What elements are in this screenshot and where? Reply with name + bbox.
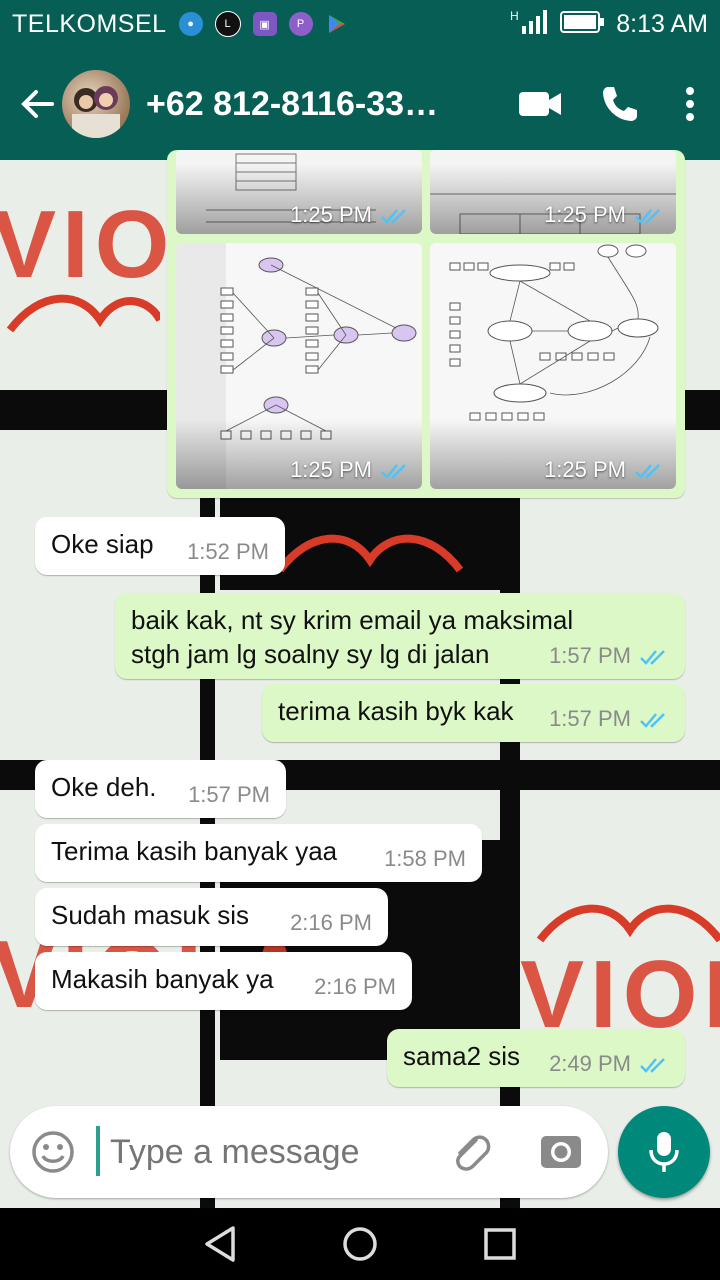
carrier-name: TELKOMSEL (12, 9, 167, 38)
line-today-icon: L (214, 11, 241, 37)
read-receipt-icon (635, 209, 660, 225)
picsart-icon: P (288, 12, 313, 36)
read-receipt-icon (640, 1058, 665, 1074)
contact-name[interactable]: +62 812-8116-33… (146, 85, 446, 124)
message-time: 1:58 PM (384, 846, 466, 871)
message-time: 1:57 PM (549, 706, 669, 732)
read-receipt-icon (640, 650, 665, 666)
smiley-icon (32, 1131, 74, 1173)
outgoing-message[interactable]: terima kasih byk kak 1:57 PM (262, 684, 685, 742)
system-nav-bar (0, 1208, 720, 1280)
message-time: 1:25 PM (290, 202, 410, 228)
read-receipt-icon (640, 713, 665, 729)
outgoing-message[interactable]: sama2 sis 2:49 PM (387, 1029, 685, 1087)
circle-home-icon (343, 1227, 377, 1261)
message-input[interactable] (108, 1132, 442, 1173)
camera-icon (541, 1136, 581, 1168)
read-receipt-icon (635, 464, 660, 480)
message-time: 2:16 PM (314, 974, 396, 999)
status-bar: TELKOMSEL ● L ▣ P H 8:13 AM (0, 0, 720, 48)
text-cursor (96, 1126, 100, 1176)
message-time: 1:57 PM (549, 643, 669, 669)
camera-button[interactable] (538, 1128, 584, 1179)
incoming-message[interactable]: Oke deh. 1:57 PM (35, 760, 286, 818)
message-composer (10, 1106, 608, 1198)
back-button[interactable] (10, 76, 66, 132)
message-time: 2:49 PM (549, 1051, 669, 1077)
arrow-left-icon (21, 90, 54, 118)
emoji-button[interactable] (30, 1129, 76, 1180)
triangle-back-icon (205, 1226, 235, 1262)
voice-call-button[interactable] (580, 64, 660, 144)
message-time: 1:52 PM (187, 539, 269, 564)
nav-home-button[interactable] (330, 1214, 390, 1274)
message-time: 1:25 PM (544, 202, 664, 228)
signal-icon: H (510, 8, 550, 41)
clock: 8:13 AM (616, 9, 708, 38)
message-time: 1:57 PM (188, 782, 270, 807)
microphone-icon (649, 1132, 679, 1172)
overflow-menu-button[interactable] (660, 64, 720, 144)
voice-record-button[interactable] (618, 1106, 710, 1198)
image-thumbnail[interactable]: 1:25 PM (430, 243, 676, 489)
incoming-message[interactable]: Terima kasih banyak yaa 1:58 PM (35, 824, 482, 882)
ornament-icon (536, 904, 720, 943)
paperclip-icon (456, 1135, 491, 1171)
image-message-group: 1:25 PM 1:25 PM 1:25 PM 1:25 PM (167, 150, 685, 498)
read-receipt-icon (381, 209, 406, 225)
chat-header: +62 812-8116-33… (0, 48, 720, 160)
incoming-message[interactable]: Sudah masuk sis 2:16 PM (35, 888, 388, 946)
incoming-message[interactable]: Oke siap 1:52 PM (35, 517, 285, 575)
phone-icon (603, 87, 637, 121)
read-receipt-icon (381, 464, 406, 480)
message-time: 2:16 PM (290, 910, 372, 935)
ornament-icon (276, 534, 464, 573)
avatar[interactable] (62, 70, 130, 138)
video-camera-icon (519, 92, 561, 116)
battery-icon (560, 10, 606, 39)
outgoing-message[interactable]: baik kak, nt sy krim email ya maksimal s… (115, 593, 685, 679)
message-text: baik kak, nt sy krim email ya maksimal s… (131, 605, 574, 669)
image-thumbnail[interactable]: 1:25 PM (176, 243, 422, 489)
more-vert-icon (686, 87, 694, 121)
gallery-icon: ▣ (252, 12, 277, 36)
square-recents-icon (484, 1228, 516, 1260)
image-thumbnail[interactable]: 1:25 PM (430, 150, 676, 234)
ornament-icon (6, 294, 160, 333)
image-thumbnail[interactable]: 1:25 PM (176, 150, 422, 234)
nav-back-button[interactable] (190, 1214, 250, 1274)
nav-recents-button[interactable] (470, 1214, 530, 1274)
network-type: H (510, 9, 519, 23)
play-store-icon (325, 12, 349, 36)
message-time: 1:25 PM (544, 457, 664, 483)
message-time: 1:25 PM (290, 457, 410, 483)
incoming-message[interactable]: Makasih banyak ya 2:16 PM (35, 952, 412, 1010)
video-call-button[interactable] (500, 64, 580, 144)
attach-button[interactable] (446, 1128, 494, 1181)
bbm-icon: ● (178, 12, 203, 36)
